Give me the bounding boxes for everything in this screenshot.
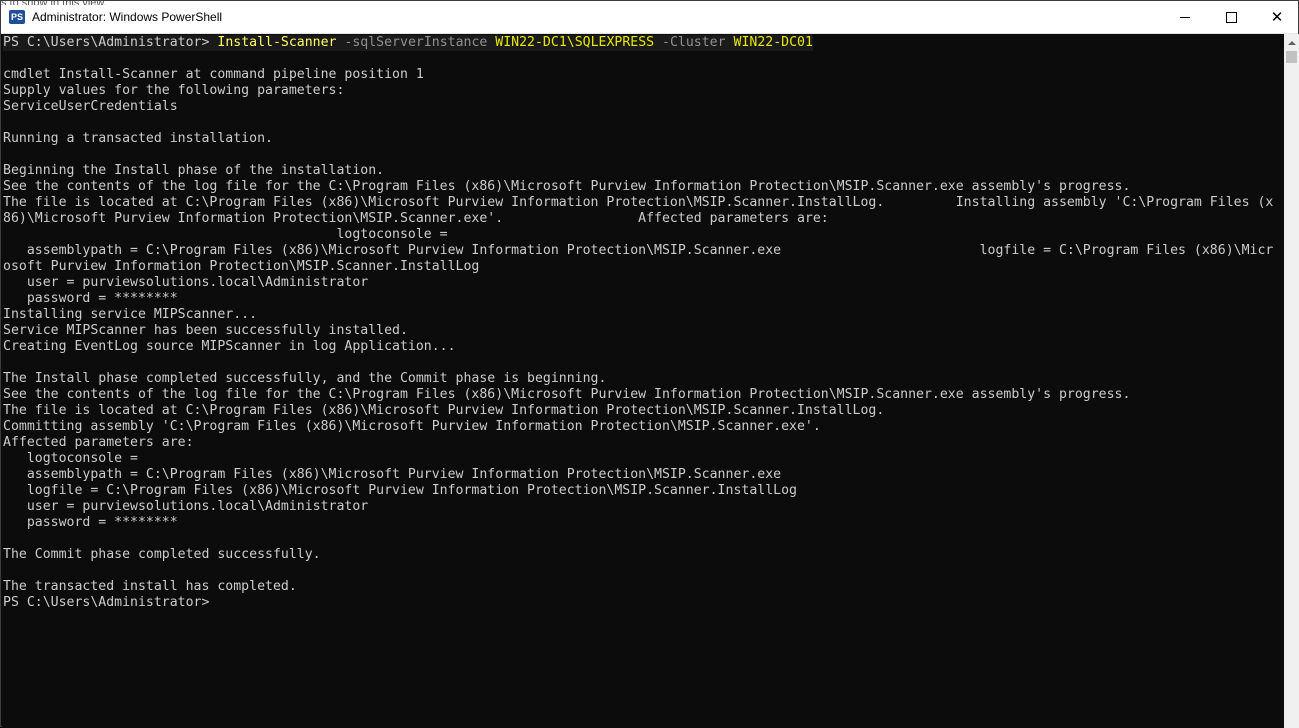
console-line: assemblypath = C:\Program Files (x86)\Mi… — [3, 467, 782, 482]
console-line: logfile = C:\Program Files (x86)\Microso… — [3, 483, 797, 498]
minimize-button[interactable] — [1162, 1, 1208, 33]
close-button[interactable]: ✕ — [1254, 1, 1299, 33]
console-line: osoft Purview Information Protection\MSI… — [3, 259, 480, 274]
console-line: assemblypath = C:\Program Files (x86)\Mi… — [3, 243, 1274, 258]
cmdlet-token: Install-Scanner — [217, 35, 337, 50]
argument-token: WIN22-DC1\SQLEXPRESS — [495, 35, 655, 50]
console-line: The Commit phase completed successfully. — [3, 547, 321, 562]
console-line: Supply values for the following paramete… — [3, 83, 345, 98]
argument-token: WIN22-DC01 — [733, 35, 813, 50]
console-line: The transacted install has completed. — [3, 579, 297, 594]
scroll-up-icon[interactable] — [1284, 34, 1299, 51]
prompt: PS C:\Users\Administrator> — [3, 35, 218, 50]
console-line: See the contents of the log file for the… — [3, 179, 1131, 194]
window-title: Administrator: Windows PowerShell — [32, 10, 223, 24]
console-line: logtoconsole = — [3, 451, 138, 466]
maximize-icon — [1225, 11, 1237, 23]
console-line: logtoconsole = — [3, 227, 448, 242]
console-line: Committing assembly 'C:\Program Files (x… — [3, 419, 821, 434]
console-line: Running a transacted installation. — [3, 131, 273, 146]
console-line: Service MIPScanner has been successfully… — [3, 323, 408, 338]
console-line: Creating EventLog source MIPScanner in l… — [3, 339, 456, 354]
title-bar[interactable]: s to show in this view. PS Administrator… — [1, 1, 1298, 34]
console-line: user = purviewsolutions.local\Administra… — [3, 275, 369, 290]
background-window-text: s to show in this view. — [1, 1, 121, 5]
console-line: See the contents of the log file for the… — [3, 387, 1131, 402]
maximize-button[interactable] — [1208, 1, 1254, 33]
powershell-icon[interactable]: PS — [9, 10, 25, 24]
console-line: password = ******** — [3, 291, 178, 306]
console-line: password = ******** — [3, 515, 178, 530]
console-line: cmdlet Install-Scanner at command pipeli… — [3, 67, 424, 82]
console-line: Installing service MIPScanner... — [3, 307, 258, 322]
console-line: ServiceUserCredentials — [3, 99, 178, 114]
console-line: PS C:\Users\Administrator> — [3, 595, 210, 610]
parameter-token: -Cluster — [662, 35, 726, 50]
minimize-icon — [1180, 16, 1190, 18]
console-line: user = purviewsolutions.local\Administra… — [3, 499, 369, 514]
console-line: Beginning the Install phase of the insta… — [3, 163, 385, 178]
console-line: The file is located at C:\Program Files … — [3, 403, 885, 418]
powershell-window: s to show in this view. PS Administrator… — [0, 0, 1299, 728]
console-line: The file is located at C:\Program Files … — [3, 195, 1274, 210]
console-output[interactable]: PS C:\Users\Administrator> Install-Scann… — [2, 34, 1284, 728]
console-line: Affected parameters are: — [3, 435, 194, 450]
scroll-thumb[interactable] — [1286, 51, 1297, 63]
parameter-token: -sqlServerInstance — [344, 35, 488, 50]
vertical-scrollbar[interactable] — [1284, 34, 1299, 728]
console-line: 86)\Microsoft Purview Information Protec… — [3, 211, 829, 226]
close-icon: ✕ — [1270, 7, 1284, 26]
console-line: The Install phase completed successfully… — [3, 371, 607, 386]
command-line: PS C:\Users\Administrator> Install-Scann… — [3, 35, 813, 51]
